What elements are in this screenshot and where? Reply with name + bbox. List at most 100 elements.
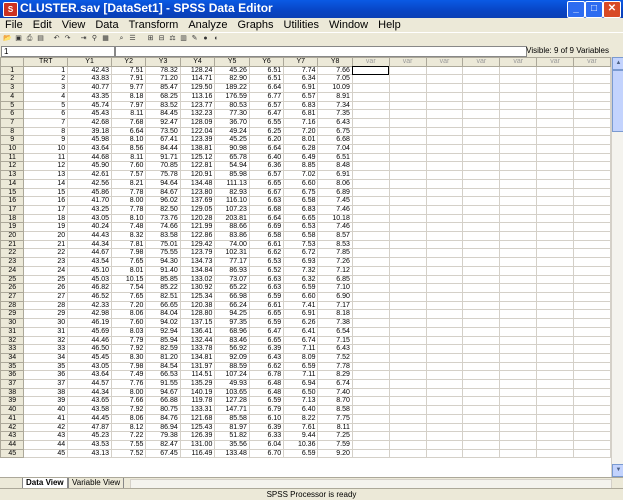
empty-cell[interactable] [388,300,427,311]
table-cell[interactable]: 85.85 [145,274,181,285]
table-cell[interactable]: 85.98 [214,170,250,180]
empty-cell[interactable] [536,117,575,128]
empty-cell[interactable] [573,448,611,459]
empty-cell[interactable] [351,204,390,215]
table-cell[interactable]: 8.01 [111,265,147,276]
table-cell[interactable]: 7.12 [317,265,353,276]
table-cell[interactable]: 140.19 [179,387,216,398]
empty-cell[interactable] [425,326,464,337]
empty-cell[interactable] [536,352,575,363]
empty-cell[interactable] [388,126,427,137]
row-number[interactable]: 20 [0,231,25,241]
table-cell[interactable]: 7.75 [317,413,353,424]
empty-cell[interactable] [388,74,427,85]
row-number[interactable]: 10 [0,144,25,154]
dialog-recall-icon[interactable]: ▤ [36,34,45,43]
empty-cell[interactable] [351,344,390,354]
table-cell[interactable]: 6.68 [248,204,285,215]
empty-cell[interactable] [425,161,464,172]
menu-graphs[interactable]: Graphs [232,18,278,32]
table-cell[interactable]: 21 [23,239,69,250]
empty-cell[interactable] [351,318,390,328]
table-cell[interactable]: 7.32 [283,265,319,276]
empty-cell[interactable] [388,387,427,398]
table-cell[interactable]: 7.78 [111,187,147,198]
table-cell[interactable]: 107.23 [214,204,250,215]
table-cell[interactable]: 6.50 [283,387,319,398]
table-cell[interactable]: 132.44 [179,335,216,346]
table-cell[interactable]: 46.82 [67,283,113,293]
empty-cell[interactable] [425,361,464,372]
empty-cell[interactable] [499,352,538,363]
empty-cell[interactable] [573,413,611,424]
table-cell[interactable]: 18 [23,213,69,224]
table-cell[interactable]: 6.90 [317,292,353,302]
empty-cell[interactable] [388,144,427,154]
table-cell[interactable]: 8.00 [111,387,147,398]
empty-cell[interactable] [425,387,464,398]
table-cell[interactable]: 6.65 [283,213,319,224]
table-cell[interactable]: 6.59 [283,283,319,293]
table-cell[interactable]: 7.11 [283,370,319,380]
row-number[interactable]: 36 [0,370,25,380]
empty-cell[interactable] [536,405,575,415]
empty-cell[interactable] [462,117,501,128]
empty-cell[interactable] [573,431,611,441]
table-cell[interactable]: 43.83 [67,74,113,85]
table-cell[interactable]: 40 [23,405,69,415]
select-cases-icon[interactable]: ▥ [179,34,188,43]
table-cell[interactable]: 46.19 [67,318,113,328]
table-cell[interactable]: 17 [23,204,69,215]
empty-cell[interactable] [462,300,501,311]
table-cell[interactable]: 85.58 [214,413,250,424]
table-cell[interactable]: 8.11 [317,422,353,433]
empty-cell[interactable] [536,361,575,372]
table-cell[interactable]: 7.20 [283,126,319,137]
table-cell[interactable]: 86.94 [145,422,181,433]
table-cell[interactable]: 7.79 [111,335,147,346]
column-header-y1[interactable]: Y1 [67,57,113,67]
empty-cell[interactable] [462,413,501,424]
empty-cell[interactable] [462,405,501,415]
empty-cell[interactable] [573,405,611,415]
empty-cell[interactable] [462,352,501,363]
empty-cell[interactable] [573,117,611,128]
table-cell[interactable]: 7.61 [283,422,319,433]
table-cell[interactable]: 45.45 [67,352,113,363]
table-cell[interactable]: 33 [23,344,69,354]
table-cell[interactable]: 49.24 [214,126,250,137]
empty-cell[interactable] [536,161,575,172]
table-cell[interactable]: 77.30 [214,109,250,119]
empty-cell[interactable] [499,396,538,407]
table-cell[interactable]: 7.55 [111,439,147,450]
empty-cell[interactable] [388,170,427,180]
table-cell[interactable]: 20 [23,231,69,241]
table-cell[interactable]: 10 [23,144,69,154]
table-cell[interactable]: 7.16 [283,117,319,128]
table-cell[interactable]: 67.45 [145,448,181,459]
table-cell[interactable]: 73.50 [145,126,181,137]
empty-cell[interactable] [388,326,427,337]
empty-cell[interactable] [425,170,464,180]
empty-cell[interactable] [536,126,575,137]
menu-analyze[interactable]: Analyze [183,18,232,32]
table-cell[interactable]: 91.40 [145,265,181,276]
table-cell[interactable]: 7.04 [317,144,353,154]
empty-cell[interactable] [536,413,575,424]
empty-cell[interactable] [462,170,501,180]
table-cell[interactable]: 7.92 [111,344,147,354]
table-cell[interactable]: 84.76 [145,413,181,424]
empty-cell[interactable] [462,431,501,441]
row-number[interactable]: 27 [0,292,25,302]
empty-cell[interactable] [499,74,538,85]
empty-cell[interactable] [425,83,464,93]
table-cell[interactable]: 42.98 [67,309,113,320]
table-cell[interactable]: 7.97 [111,100,147,111]
empty-cell[interactable] [499,178,538,189]
table-cell[interactable]: 7.48 [111,222,147,233]
table-cell[interactable]: 8.01 [283,135,319,146]
row-number[interactable]: 39 [0,396,25,407]
table-cell[interactable]: 8.11 [111,109,147,119]
redo-icon[interactable]: ↷ [63,34,72,43]
empty-cell[interactable] [351,352,390,363]
